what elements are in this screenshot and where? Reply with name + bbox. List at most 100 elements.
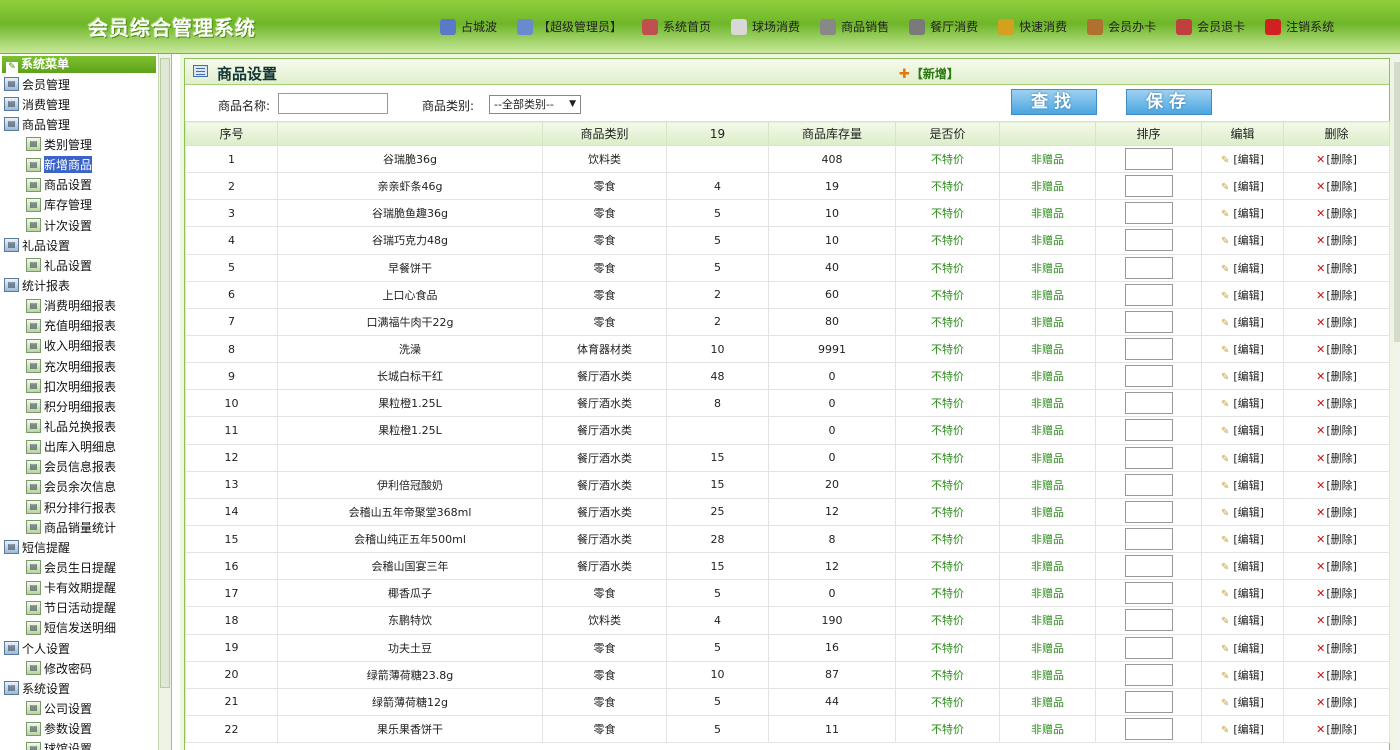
sort-order-input[interactable]: [1124, 256, 1173, 279]
sidebar-item[interactable]: ▤ 会员管理: [4, 74, 156, 94]
edit-link[interactable]: ✎ [编辑]: [1221, 614, 1264, 627]
edit-link[interactable]: ✎ [编辑]: [1221, 153, 1264, 166]
nav-item-6[interactable]: 快速消费: [998, 18, 1067, 35]
delete-link[interactable]: ✕[删除]: [1316, 452, 1357, 465]
sort-order-input[interactable]: [1124, 338, 1173, 361]
sort-order-input[interactable]: [1124, 229, 1173, 252]
delete-link[interactable]: ✕[删除]: [1316, 723, 1357, 736]
sidebar-item[interactable]: ▤ 短信发送明细: [4, 618, 156, 638]
sidebar-item[interactable]: ▤ 系统设置: [4, 678, 156, 698]
sort-order-input[interactable]: [1124, 690, 1173, 713]
delete-link[interactable]: ✕[删除]: [1316, 560, 1357, 573]
delete-link[interactable]: ✕[删除]: [1316, 506, 1357, 519]
search-button[interactable]: 查找: [1011, 89, 1097, 115]
edit-link[interactable]: ✎ [编辑]: [1221, 343, 1264, 356]
sidebar-item[interactable]: ▤ 新增商品: [4, 155, 156, 175]
sidebar-item[interactable]: ▤ 礼品设置: [4, 255, 156, 275]
sidebar-item[interactable]: ▤ 充次明细报表: [4, 356, 156, 376]
save-button[interactable]: 保存: [1126, 89, 1212, 115]
sort-order-input[interactable]: [1124, 555, 1173, 578]
delete-link[interactable]: ✕[删除]: [1316, 696, 1357, 709]
sort-order-input[interactable]: [1124, 175, 1173, 198]
sidebar-item[interactable]: ▤ 参数设置: [4, 719, 156, 739]
sort-order-input[interactable]: [1124, 148, 1173, 171]
nav-item-0[interactable]: 占城波: [440, 18, 497, 35]
sidebar-item[interactable]: ▤ 公司设置: [4, 698, 156, 718]
edit-link[interactable]: ✎ [编辑]: [1221, 207, 1264, 220]
delete-link[interactable]: ✕[删除]: [1316, 642, 1357, 655]
sort-order-input[interactable]: [1124, 663, 1173, 686]
edit-link[interactable]: ✎ [编辑]: [1221, 506, 1264, 519]
delete-link[interactable]: ✕[删除]: [1316, 180, 1357, 193]
sidebar-item[interactable]: ▤ 计次设置: [4, 215, 156, 235]
sidebar-item[interactable]: ▤ 商品销量统计: [4, 517, 156, 537]
nav-item-3[interactable]: 球场消费: [731, 18, 800, 35]
nav-item-4[interactable]: 商品销售: [820, 18, 889, 35]
sort-order-input[interactable]: [1124, 392, 1173, 415]
sort-order-input[interactable]: [1124, 283, 1173, 306]
sort-order-input[interactable]: [1124, 609, 1173, 632]
delete-link[interactable]: ✕[删除]: [1316, 343, 1357, 356]
sidebar-item[interactable]: ▤ 礼品设置: [4, 235, 156, 255]
sidebar-item[interactable]: ▤ 会员余次信息: [4, 477, 156, 497]
sidebar-item[interactable]: ▤ 会员生日提醒: [4, 557, 156, 577]
sidebar-item[interactable]: ▤ 节日活动提醒: [4, 598, 156, 618]
sidebar-scrollbar[interactable]: [158, 54, 171, 750]
edit-link[interactable]: ✎ [编辑]: [1221, 479, 1264, 492]
product-name-input[interactable]: [278, 93, 388, 114]
delete-link[interactable]: ✕[删除]: [1316, 397, 1357, 410]
sidebar-item[interactable]: ▤ 商品管理: [4, 114, 156, 134]
delete-link[interactable]: ✕[删除]: [1316, 234, 1357, 247]
sort-order-input[interactable]: [1124, 365, 1173, 388]
sort-order-input[interactable]: [1124, 419, 1173, 442]
edit-link[interactable]: ✎ [编辑]: [1221, 533, 1264, 546]
sidebar-item[interactable]: ▤ 收入明细报表: [4, 336, 156, 356]
nav-item-1[interactable]: 【超级管理员】: [517, 18, 622, 35]
edit-link[interactable]: ✎ [编辑]: [1221, 452, 1264, 465]
sidebar-item[interactable]: ▤ 个人设置: [4, 638, 156, 658]
sidebar-item[interactable]: ▤ 短信提醒: [4, 537, 156, 557]
page-scrollbar[interactable]: [1393, 54, 1400, 750]
edit-link[interactable]: ✎ [编辑]: [1221, 587, 1264, 600]
delete-link[interactable]: ✕[删除]: [1316, 479, 1357, 492]
delete-link[interactable]: ✕[删除]: [1316, 614, 1357, 627]
sidebar-item[interactable]: ▤ 统计报表: [4, 275, 156, 295]
scrollbar-thumb[interactable]: [160, 58, 170, 688]
delete-link[interactable]: ✕[删除]: [1316, 262, 1357, 275]
add-new-link[interactable]: ✚【新增】: [899, 65, 959, 82]
edit-link[interactable]: ✎ [编辑]: [1221, 723, 1264, 736]
sort-order-input[interactable]: [1124, 446, 1173, 469]
delete-link[interactable]: ✕[删除]: [1316, 289, 1357, 302]
sidebar-item[interactable]: ▤ 出库入明细息: [4, 437, 156, 457]
delete-link[interactable]: ✕[删除]: [1316, 669, 1357, 682]
nav-item-5[interactable]: 餐厅消费: [909, 18, 978, 35]
sidebar-item[interactable]: ▤ 商品设置: [4, 175, 156, 195]
delete-link[interactable]: ✕[删除]: [1316, 316, 1357, 329]
delete-link[interactable]: ✕[删除]: [1316, 424, 1357, 437]
edit-link[interactable]: ✎ [编辑]: [1221, 560, 1264, 573]
sidebar-item[interactable]: ▤ 扣次明细报表: [4, 376, 156, 396]
sidebar-item[interactable]: ▤ 库存管理: [4, 195, 156, 215]
sidebar-item[interactable]: ▤ 卡有效期提醒: [4, 578, 156, 598]
sort-order-input[interactable]: [1124, 202, 1173, 225]
sidebar-item[interactable]: ▤ 消费管理: [4, 94, 156, 114]
sidebar-item[interactable]: ▤ 充值明细报表: [4, 316, 156, 336]
edit-link[interactable]: ✎ [编辑]: [1221, 316, 1264, 329]
delete-link[interactable]: ✕[删除]: [1316, 587, 1357, 600]
sidebar-item[interactable]: ▤ 积分明细报表: [4, 396, 156, 416]
product-category-select[interactable]: --全部类别-- ▼: [489, 95, 581, 114]
delete-link[interactable]: ✕[删除]: [1316, 370, 1357, 383]
edit-link[interactable]: ✎ [编辑]: [1221, 289, 1264, 302]
sidebar-item[interactable]: ▤ 修改密码: [4, 658, 156, 678]
edit-link[interactable]: ✎ [编辑]: [1221, 262, 1264, 275]
sort-order-input[interactable]: [1124, 528, 1173, 551]
sort-order-input[interactable]: [1124, 718, 1173, 741]
nav-item-9[interactable]: 注销系统: [1265, 18, 1334, 35]
sidebar-item[interactable]: ▤ 消费明细报表: [4, 296, 156, 316]
sort-order-input[interactable]: [1124, 310, 1173, 333]
sidebar-item[interactable]: ▤ 积分排行报表: [4, 497, 156, 517]
sort-order-input[interactable]: [1124, 582, 1173, 605]
edit-link[interactable]: ✎ [编辑]: [1221, 424, 1264, 437]
sort-order-input[interactable]: [1124, 636, 1173, 659]
sidebar-item[interactable]: ▤ 球馆设置: [4, 739, 156, 750]
